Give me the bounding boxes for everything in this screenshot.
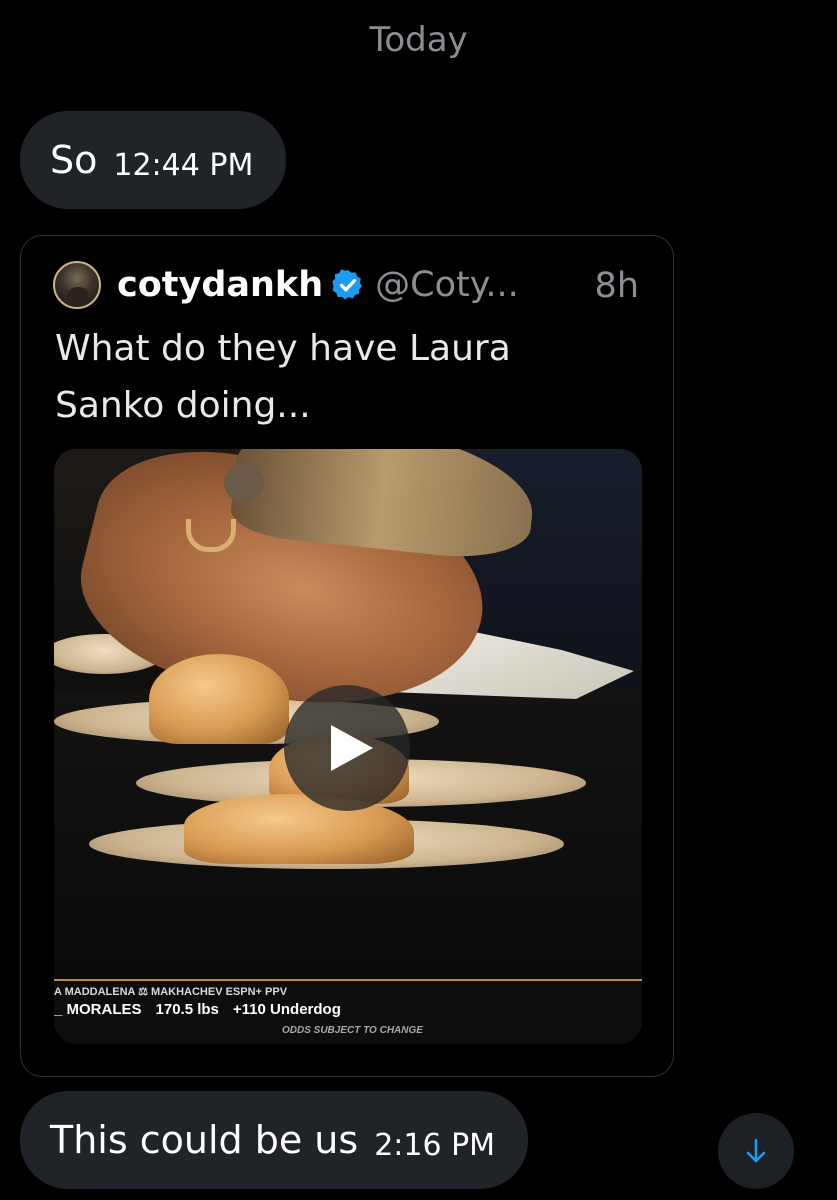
post-author-name[interactable]: cotydankh <box>117 265 323 305</box>
message-timestamp: 2:16 PM <box>374 1127 496 1163</box>
message-text: So <box>50 138 98 182</box>
video-frame-earpiece <box>224 463 264 503</box>
scroll-to-bottom-button[interactable] <box>718 1113 794 1189</box>
post-timestamp: 8h <box>594 266 639 306</box>
ticker-fighter-odds: +110 Underdog <box>232 1001 341 1018</box>
verified-badge-icon <box>331 268 365 302</box>
date-header: Today <box>369 20 468 60</box>
ticker-event-line: A MADDALENA ⚖ MAKHACHEV ESPN+ PPV <box>54 986 288 998</box>
arrow-down-icon <box>746 1138 766 1163</box>
post-video[interactable]: A MADDALENA ⚖ MAKHACHEV ESPN+ PPV _ MORA… <box>54 449 642 1044</box>
post-text: What do they have Laura Sanko doing... <box>55 328 511 426</box>
shared-post-card[interactable]: cotydankh @Coty... 8h What do they have … <box>20 235 674 1077</box>
ticker-fighter-line: _ MORALES 170.5 lbs +110 Underdog <box>54 1001 355 1018</box>
play-icon <box>331 725 373 771</box>
ticker-fighter-name: _ MORALES <box>54 1001 142 1018</box>
broadcast-ticker: A MADDALENA ⚖ MAKHACHEV ESPN+ PPV _ MORA… <box>54 979 642 1044</box>
message-timestamp: 12:44 PM <box>113 147 254 183</box>
message-bubble[interactable]: This could be us 2:16 PM <box>20 1091 529 1189</box>
message-bubble[interactable]: So 12:44 PM <box>20 111 287 209</box>
post-author-handle: @Coty... <box>375 265 519 305</box>
avatar[interactable] <box>53 261 101 309</box>
video-frame-dessert <box>149 654 289 744</box>
play-button[interactable] <box>284 685 410 811</box>
message-text: This could be us <box>50 1118 359 1162</box>
ticker-disclaimer: ODDS SUBJECT TO CHANGE <box>282 1025 423 1036</box>
post-header: cotydankh @Coty... <box>53 260 519 310</box>
ticker-fighter-weight: 170.5 lbs <box>155 1001 219 1018</box>
